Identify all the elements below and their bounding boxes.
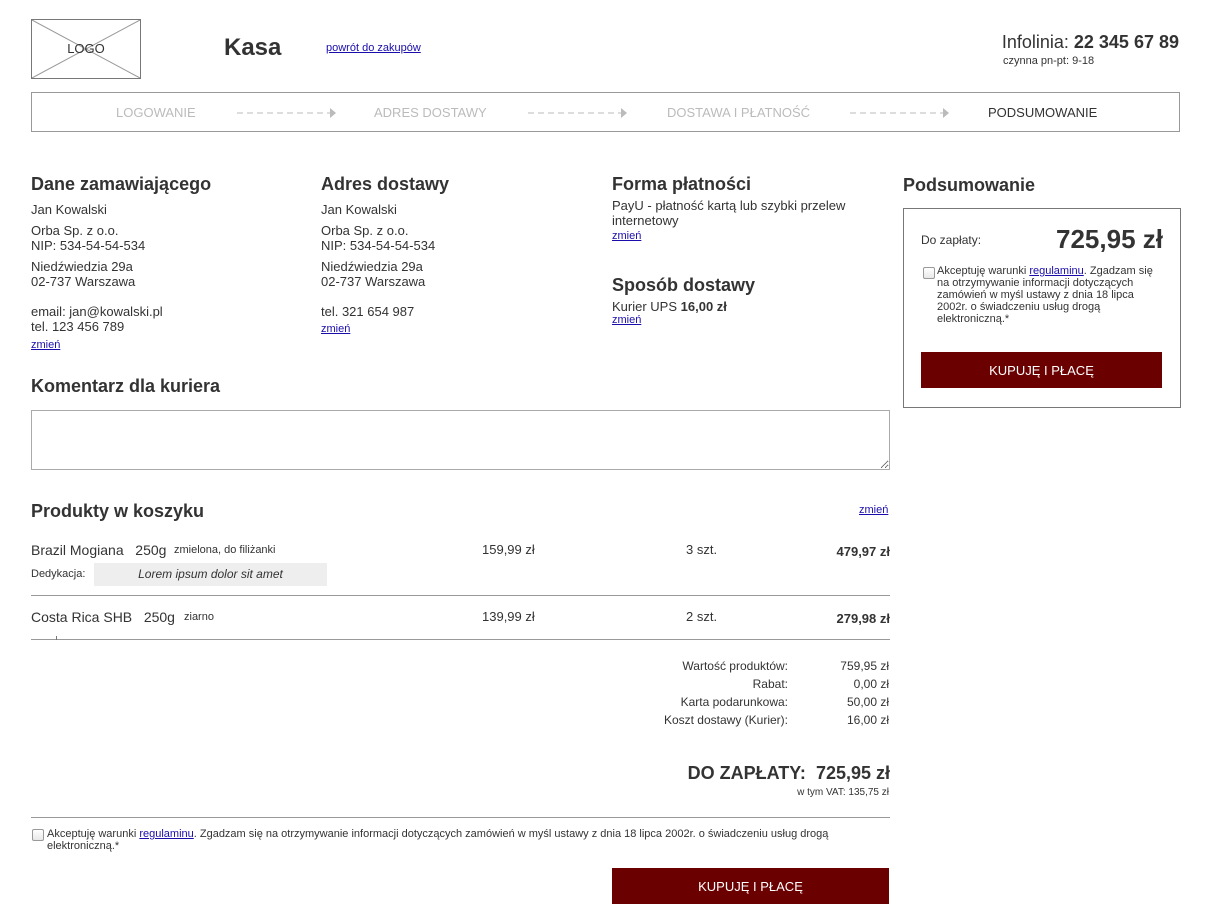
product-desc: zmielona, do filiżanki xyxy=(174,544,276,556)
side-terms-line2: na otrzymywanie informacji dotyczących xyxy=(937,277,1134,289)
hotline-hours: czynna pn-pt: 9-18 xyxy=(1003,55,1095,67)
logo-placeholder[interactable]: LOGO xyxy=(31,19,141,79)
shipping-cost-label: Koszt dostawy (Kurier): xyxy=(663,713,788,727)
products-heading: Produkty w koszyku xyxy=(31,501,205,521)
orderer-nip: NIP: 534-54-54-534 xyxy=(31,238,146,253)
product-qty: 2 szt. xyxy=(686,609,718,624)
summary-heading: Podsumowanie xyxy=(903,175,1036,195)
grand-total-value: 725,95 zł xyxy=(815,763,890,783)
delivery-change-link[interactable]: zmień xyxy=(321,323,350,335)
step-arrow-icon xyxy=(528,108,627,118)
summary-box: Do zapłaty: 725,95 zł Akceptuję warunki … xyxy=(903,208,1181,408)
terms-text-before: Akceptuję warunki xyxy=(47,828,140,840)
delivery-address-heading: Adres dostawy xyxy=(321,174,450,194)
side-terms-checkbox[interactable] xyxy=(923,267,935,279)
shipping-method: Kurier UPS 16,00 zł xyxy=(612,299,727,315)
page-title: Kasa xyxy=(224,34,282,61)
dedication-label: Dedykacja: xyxy=(31,568,86,580)
discount-value: 0,00 zł xyxy=(853,677,889,691)
orderer-city: 02-737 Warszawa xyxy=(31,274,136,289)
hotline-number: 22 345 67 89 xyxy=(1073,32,1179,52)
side-buy-and-pay-button[interactable]: KUPUJĘ I PŁACĘ xyxy=(921,352,1162,388)
discount-label: Rabat: xyxy=(752,677,788,691)
grand-total-label: DO ZAPŁATY: xyxy=(687,763,806,783)
shipping-price: 16,00 zł xyxy=(680,299,727,314)
product-price: 159,99 zł xyxy=(482,542,535,557)
step-arrow-icon xyxy=(237,108,336,118)
gift-card-label: Karta podarunkowa: xyxy=(680,695,788,709)
delivery-company: Orba Sp. z o.o. xyxy=(321,223,409,238)
logo-text: LOGO xyxy=(67,41,105,56)
delivery-street: Niedźwiedzia 29a xyxy=(321,259,423,274)
gift-card-value: 50,00 zł xyxy=(846,695,889,709)
divider xyxy=(31,817,890,818)
delivery-city: 02-737 Warszawa xyxy=(321,274,426,289)
courier-comment-textarea[interactable] xyxy=(31,410,890,470)
side-terms-text: Akceptuję warunki regulaminu. Zgadzam si… xyxy=(937,265,1153,325)
dedication-text: Lorem ipsum dolor sit amet xyxy=(94,563,327,586)
terms-text-after: . Zgadzam się na otrzymywanie informacji… xyxy=(193,828,829,840)
payment-change-link[interactable]: zmień xyxy=(612,230,641,242)
payment-method-line2: internetowy xyxy=(612,213,679,228)
back-to-shopping-link[interactable]: powrót do zakupów xyxy=(326,42,421,54)
divider xyxy=(31,639,890,640)
step-shipping-payment: DOSTAWA I PŁATNOŚĆ xyxy=(667,105,811,120)
to-pay-value: 725,95 zł xyxy=(1056,224,1163,254)
shipping-change-link[interactable]: zmień xyxy=(612,314,641,326)
hotline-label: Infolinia: xyxy=(1001,32,1069,52)
side-terms-line3: zamówień w myśl ustawy z dnia 18 lipca xyxy=(937,289,1134,301)
orderer-phone: tel. 123 456 789 xyxy=(31,319,125,334)
divider-tick xyxy=(56,636,57,640)
side-terms-link[interactable]: regulaminu xyxy=(1029,265,1083,277)
to-pay-label: Do zapłaty: xyxy=(921,233,982,247)
divider xyxy=(31,595,890,596)
orderer-email: email: jan@kowalski.pl xyxy=(31,304,163,319)
side-terms-before: Akceptuję warunki xyxy=(937,265,1030,277)
side-terms-after: . Zgadzam się xyxy=(1083,265,1153,277)
payment-heading: Forma płatności xyxy=(612,174,752,194)
orderer-heading: Dane zamawiającego xyxy=(31,174,212,194)
vat-info: w tym VAT: 135,75 zł xyxy=(797,787,889,798)
product-weight: 250g xyxy=(135,542,167,558)
side-terms-line5: elektroniczną.* xyxy=(937,313,1010,325)
product-desc: ziarno xyxy=(184,611,214,623)
products-change-link[interactable]: zmień xyxy=(859,504,888,516)
shipping-method-name: Kurier UPS xyxy=(612,299,678,314)
product-weight: 250g xyxy=(143,609,175,625)
buy-and-pay-button[interactable]: KUPUJĘ I PŁACĘ xyxy=(612,868,889,904)
product-price: 139,99 zł xyxy=(482,609,535,624)
hotline: Infolinia: 22 345 67 89 xyxy=(1002,32,1179,53)
shipping-heading: Sposób dostawy xyxy=(612,275,756,295)
product-total: 479,97 zł xyxy=(836,544,891,559)
step-delivery-address: ADRES DOSTAWY xyxy=(374,105,487,120)
delivery-nip: NIP: 534-54-54-534 xyxy=(321,238,436,253)
terms-text-end: elektroniczną.* xyxy=(47,840,120,852)
orderer-company: Orba Sp. z o.o. xyxy=(31,223,119,238)
side-terms-line4: 2002r. o świadczeniu usług drogą xyxy=(937,301,1101,313)
orderer-street: Niedźwiedzia 29a xyxy=(31,259,133,274)
product-total: 279,98 zł xyxy=(836,611,891,626)
products-value: 759,95 zł xyxy=(840,659,889,673)
step-arrow-icon xyxy=(850,108,949,118)
product-name-text: Costa Rica SHB xyxy=(31,609,133,625)
comment-heading: Komentarz dla kuriera xyxy=(31,376,221,396)
terms-text: Akceptuję warunki regulaminu. Zgadzam si… xyxy=(47,828,828,852)
product-name: Brazil Mogiana 250g xyxy=(31,542,166,558)
checkout-steps: LOGOWANIE ADRES DOSTAWY DOSTAWA I PŁATNO… xyxy=(31,92,1180,132)
product-name: Costa Rica SHB 250g xyxy=(31,609,175,625)
orderer-change-link[interactable]: zmień xyxy=(31,339,60,351)
delivery-phone: tel. 321 654 987 xyxy=(321,304,415,319)
step-summary: PODSUMOWANIE xyxy=(988,105,1098,120)
payment-method-line1: PayU - płatność kartą lub szybki przelew xyxy=(612,198,846,213)
orderer-name: Jan Kowalski xyxy=(31,202,107,217)
product-qty: 3 szt. xyxy=(686,542,718,557)
shipping-cost-value: 16,00 zł xyxy=(846,713,889,727)
product-name-text: Brazil Mogiana xyxy=(31,542,124,558)
terms-checkbox[interactable] xyxy=(32,829,44,841)
terms-link[interactable]: regulaminu xyxy=(139,828,193,840)
grand-total: DO ZAPŁATY: 725,95 zł xyxy=(688,763,890,784)
step-login: LOGOWANIE xyxy=(116,105,196,120)
products-value-label: Wartość produktów: xyxy=(682,659,788,673)
delivery-name: Jan Kowalski xyxy=(321,202,397,217)
